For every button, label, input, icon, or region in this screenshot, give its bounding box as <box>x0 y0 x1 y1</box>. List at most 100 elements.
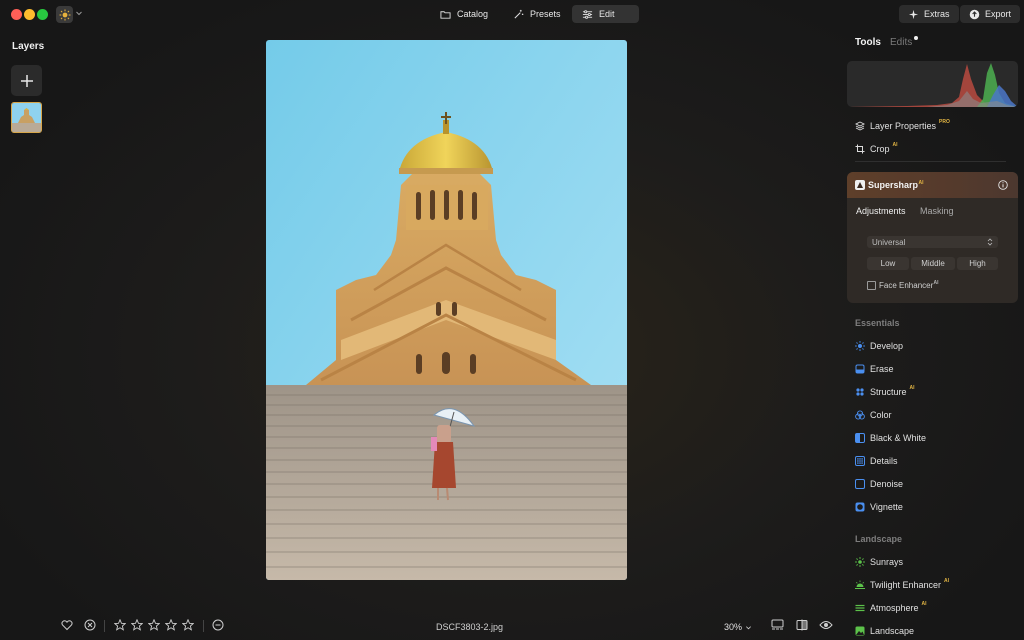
file-name: DSCF3803-2.jpg <box>436 622 504 632</box>
tool-develop[interactable]: Develop <box>855 341 903 351</box>
plus-icon <box>20 74 33 87</box>
tool-vignette[interactable]: Vignette <box>855 502 903 512</box>
tool-vignette-label: Vignette <box>870 502 903 512</box>
ai-badge: AI <box>933 280 939 286</box>
sparkle-icon <box>908 9 919 19</box>
export-icon <box>969 9 980 19</box>
tool-erase-label: Erase <box>870 364 894 374</box>
tab-edit-label: Edit <box>599 9 615 19</box>
chevron-down-icon <box>746 625 752 629</box>
ai-badge: AI <box>909 385 915 391</box>
tool-structure[interactable]: Structure AI <box>855 385 915 397</box>
landscape-section-title: Landscape <box>855 534 903 544</box>
structure-icon <box>856 388 864 396</box>
tab-edits[interactable]: Edits <box>890 37 912 48</box>
layer-properties-label: Layer Properties <box>870 121 937 131</box>
star-icon-4[interactable] <box>165 619 177 631</box>
crop-label: Crop <box>870 144 890 154</box>
pro-badge: PRO <box>939 119 950 125</box>
folder-icon <box>440 10 451 19</box>
up-down-chevron-icon <box>987 238 993 246</box>
tool-color[interactable]: Color <box>855 410 892 420</box>
tool-twilight-enhancer-label: Twilight Enhancer <box>870 580 942 590</box>
tool-erase[interactable]: Erase <box>855 364 894 374</box>
crop-item[interactable]: Crop AI <box>855 142 898 154</box>
histogram <box>847 61 1018 107</box>
compare-icon[interactable] <box>796 619 808 631</box>
tool-atmosphere[interactable]: Atmosphere AI <box>855 601 927 613</box>
tool-sunrays[interactable]: Sunrays <box>855 557 903 567</box>
add-layer-button[interactable] <box>11 65 42 96</box>
tool-landscape[interactable]: Landscape <box>855 626 914 636</box>
tool-twilight-enhancer[interactable]: Twilight Enhancer AI <box>855 578 950 590</box>
separator <box>203 620 204 632</box>
details-icon <box>855 456 865 466</box>
face-enhancer-text: Face Enhancer <box>879 281 934 290</box>
star-icon-3[interactable] <box>148 619 160 631</box>
mode-select[interactable]: Universal <box>867 236 998 248</box>
essentials-section-title: Essentials <box>855 318 900 328</box>
ai-badge: AI <box>918 180 924 186</box>
face-enhancer-checkbox[interactable] <box>867 281 876 290</box>
export-label: Export <box>985 9 1012 19</box>
layer-properties-item[interactable]: Layer Properties PRO <box>855 119 950 131</box>
reject-icon[interactable] <box>84 619 96 631</box>
tool-details-label: Details <box>870 456 898 466</box>
zoom-window-button[interactable] <box>37 9 48 20</box>
tool-black-white-label: Black & White <box>870 433 927 443</box>
supersharp-title-text: Supersharp <box>868 180 919 190</box>
tool-details[interactable]: Details <box>855 456 898 466</box>
tool-denoise[interactable]: Denoise <box>855 479 903 489</box>
tab-masking[interactable]: Masking <box>920 206 954 216</box>
tool-develop-label: Develop <box>870 341 904 351</box>
chevron-down-icon[interactable] <box>75 9 83 17</box>
level-high-button[interactable]: High <box>957 257 998 270</box>
layers-title: Layers <box>12 41 45 52</box>
layer-preview-image <box>12 103 41 132</box>
filmstrip-icon[interactable] <box>771 619 784 631</box>
histogram-graph <box>847 63 1018 107</box>
sun-icon <box>855 341 865 351</box>
magic-wand-icon <box>514 9 524 19</box>
clear-rating-icon[interactable] <box>212 619 224 631</box>
supersharp-icon <box>855 180 865 190</box>
ai-badge: AI <box>944 578 950 584</box>
level-low-button[interactable]: Low <box>867 257 909 270</box>
zoom-value: 30% <box>724 622 743 632</box>
export-button[interactable]: Export <box>960 5 1021 23</box>
app-logo-icon[interactable] <box>56 6 73 23</box>
eraser-icon <box>855 364 865 374</box>
title-bar: Catalog Presets Edit Extras Export <box>0 0 1024 28</box>
tool-black-white[interactable]: Black & White <box>855 433 926 443</box>
tool-atmosphere-label: Atmosphere <box>870 603 919 613</box>
minimize-window-button[interactable] <box>24 9 35 20</box>
tab-edit[interactable]: Edit <box>572 5 639 23</box>
info-icon[interactable] <box>998 180 1008 190</box>
tab-tools[interactable]: Tools <box>855 37 881 48</box>
star-icon-5[interactable] <box>182 619 194 631</box>
ai-badge: AI <box>921 601 927 607</box>
ai-badge: AI <box>892 142 898 148</box>
supersharp-title: Supersharp AI <box>868 180 924 190</box>
star-icon-1[interactable] <box>114 619 126 631</box>
star-icon-2[interactable] <box>131 619 143 631</box>
tab-presets[interactable]: Presets <box>503 5 571 23</box>
eye-icon[interactable] <box>819 619 833 631</box>
zoom-dropdown[interactable]: 30% <box>724 622 752 632</box>
close-window-button[interactable] <box>11 9 22 20</box>
layer-thumbnail[interactable] <box>11 102 42 133</box>
divider <box>855 161 1006 162</box>
tool-structure-label: Structure <box>870 387 907 397</box>
level-middle-button[interactable]: Middle <box>911 257 955 270</box>
separator <box>104 620 105 632</box>
tab-adjustments[interactable]: Adjustments <box>856 206 906 216</box>
tool-denoise-label: Denoise <box>870 479 904 489</box>
heart-icon[interactable] <box>61 619 73 631</box>
tab-catalog-label: Catalog <box>457 9 489 19</box>
extras-button[interactable]: Extras <box>899 5 959 23</box>
edits-indicator-dot <box>914 36 918 40</box>
photo-canvas[interactable] <box>266 40 627 580</box>
mode-select-value: Universal <box>872 237 906 247</box>
tab-catalog[interactable]: Catalog <box>430 5 498 23</box>
sunrays-icon <box>855 557 865 567</box>
